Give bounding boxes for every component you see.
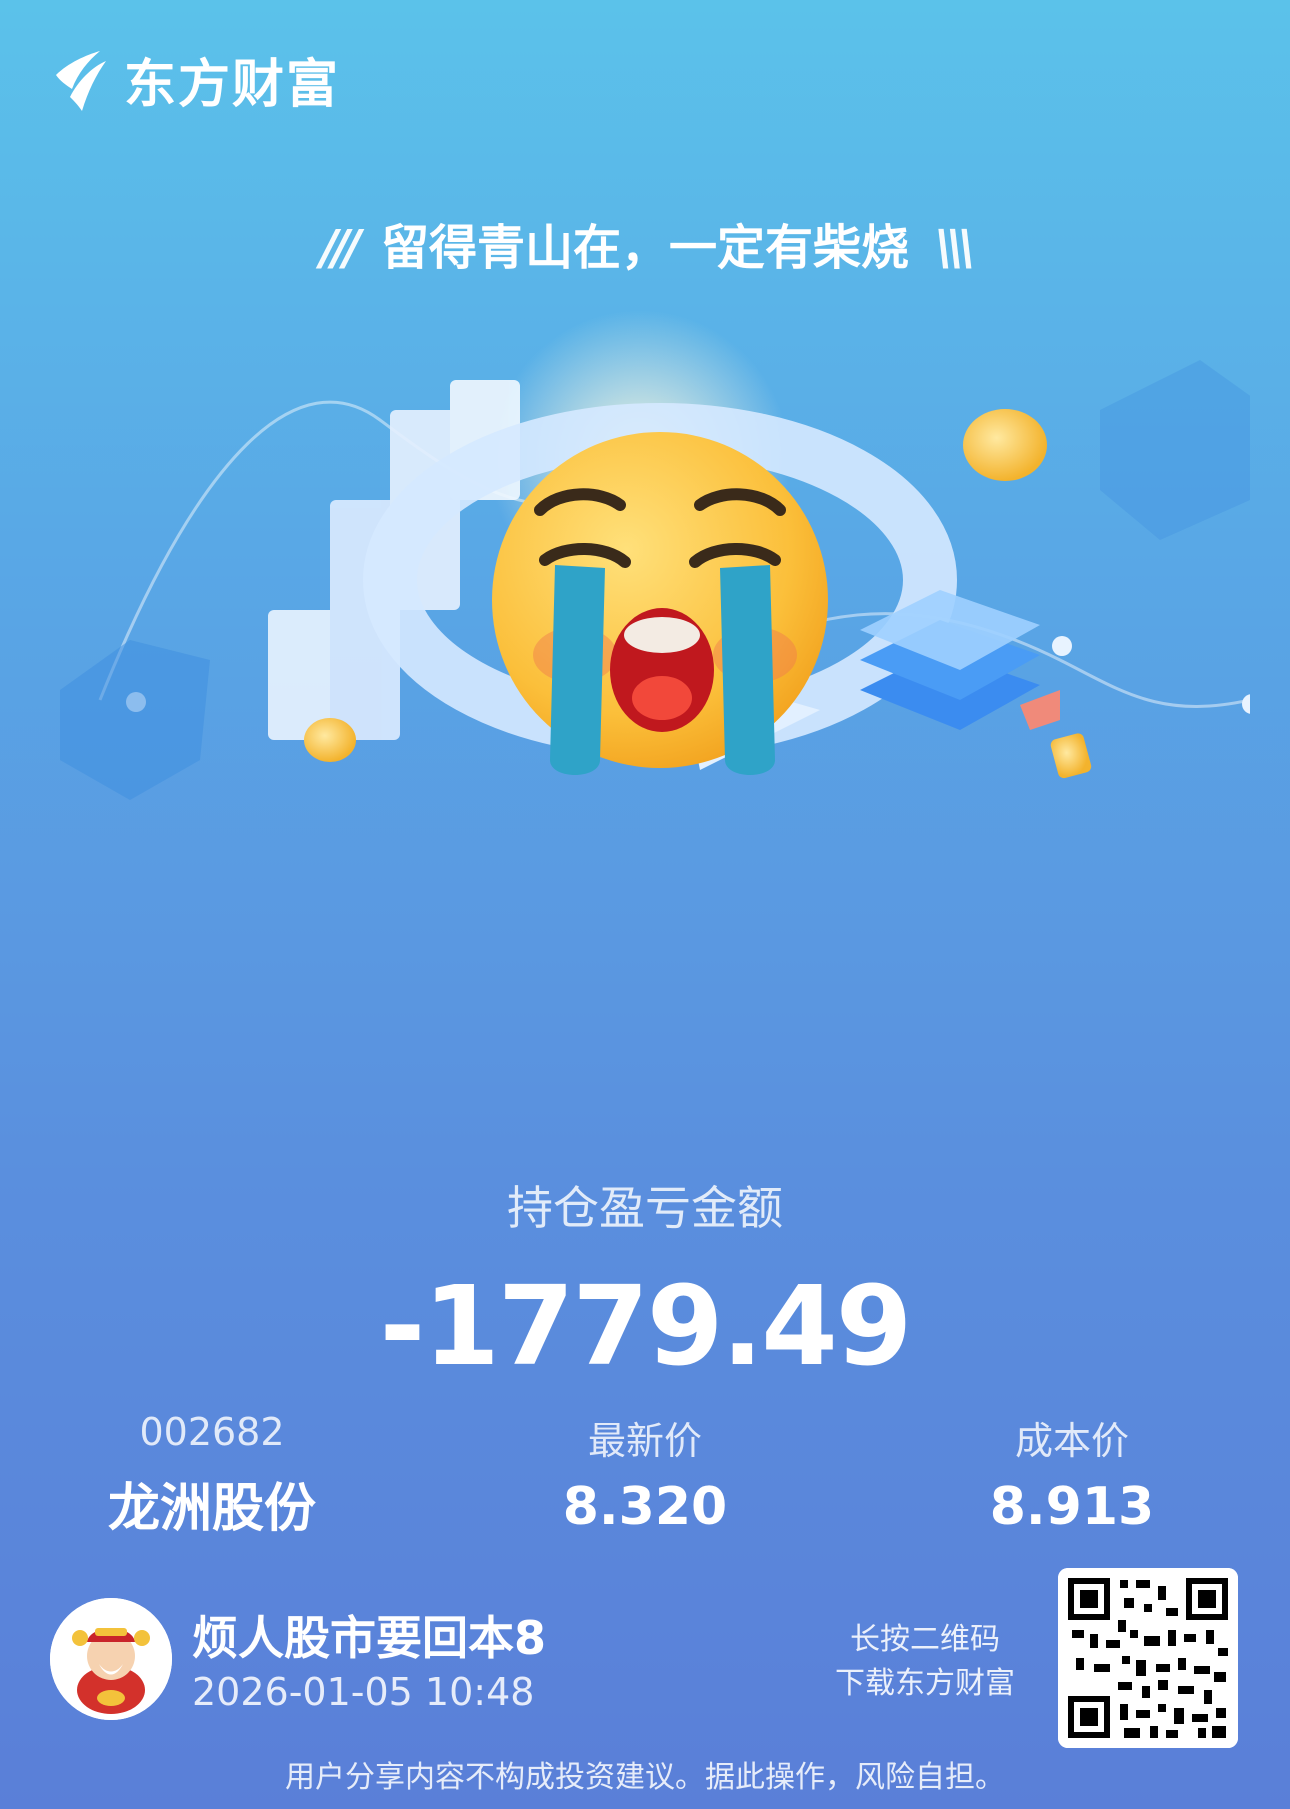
slogan: /// 留得青山在，一定有柴烧 \\\ bbox=[0, 208, 1290, 278]
post-time: 2026-01-05 10:48 bbox=[192, 1670, 535, 1714]
graph-node-dot bbox=[1242, 694, 1250, 714]
latest-price-value: 8.320 bbox=[562, 1477, 728, 1537]
stock-info: 002682 龙洲股份 bbox=[62, 1410, 362, 1541]
qr-hint-line1: 长按二维码 bbox=[850, 1622, 1000, 1657]
stock-code: 002682 bbox=[139, 1410, 285, 1454]
qr-hint-line2: 下载东方财富 bbox=[835, 1666, 1015, 1701]
qr-code-icon[interactable] bbox=[1058, 1568, 1238, 1748]
cube-decoration bbox=[1100, 360, 1250, 540]
pnl-value: -1779.49 bbox=[379, 1262, 913, 1390]
cost-price-value: 8.913 bbox=[989, 1477, 1155, 1537]
coin-icon bbox=[1050, 733, 1092, 779]
brand-name: 东方财富 bbox=[124, 55, 341, 115]
pnl-title: 持仓盈亏金额 bbox=[507, 1181, 783, 1235]
qr-hint: 长按二维码 下载东方财富 bbox=[820, 1618, 1030, 1706]
coin-icon bbox=[963, 409, 1047, 481]
stock-name: 龙洲股份 bbox=[107, 1479, 316, 1539]
graph-node-dot bbox=[1052, 636, 1072, 656]
slogan-left-deco: /// bbox=[320, 220, 361, 276]
cube-decoration bbox=[60, 640, 210, 800]
latest-price-label: 最新价 bbox=[587, 1419, 702, 1463]
coin-icon bbox=[304, 718, 356, 762]
user-name: 烦人股市要回本8 bbox=[192, 1611, 547, 1665]
slogan-text: 留得青山在，一定有柴烧 bbox=[380, 220, 909, 276]
latest-price-block: 最新价 8.320 bbox=[495, 1410, 795, 1537]
brand-header: 东方财富 bbox=[48, 42, 340, 117]
hero-illustration bbox=[60, 310, 1250, 800]
cost-price-block: 成本价 8.913 bbox=[922, 1410, 1222, 1537]
slogan-right-deco: \\\ bbox=[935, 220, 976, 276]
god-of-wealth-avatar-icon bbox=[50, 1598, 172, 1720]
disclaimer: 用户分享内容不构成投资建议。据此操作，风险自担。 bbox=[285, 1760, 1005, 1795]
cost-price-label: 成本价 bbox=[1014, 1419, 1129, 1463]
eastmoney-logo-icon bbox=[56, 50, 106, 111]
stack-layers bbox=[860, 590, 1060, 730]
